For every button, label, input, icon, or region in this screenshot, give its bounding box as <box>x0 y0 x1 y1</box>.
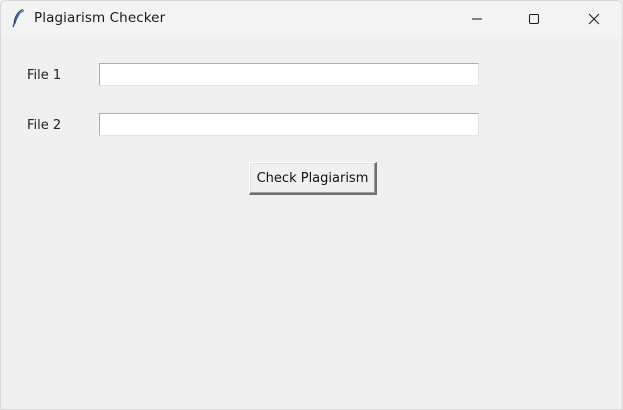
window-title: Plagiarism Checker <box>34 10 166 26</box>
file1-label: File 1 <box>27 68 62 83</box>
close-icon <box>588 13 600 25</box>
file2-label: File 2 <box>27 118 62 133</box>
feather-icon <box>10 8 26 28</box>
minimize-button[interactable] <box>454 1 500 37</box>
minimize-icon <box>471 13 483 25</box>
app-window: Plagiarism Checker File 1 File 2 Check P… <box>0 0 623 410</box>
maximize-button[interactable] <box>511 1 557 37</box>
file1-input[interactable] <box>99 63 479 86</box>
main-content: File 1 File 2 Check Plagiarism <box>1 37 622 409</box>
close-button[interactable] <box>571 1 617 37</box>
title-bar[interactable]: Plagiarism Checker <box>1 1 622 37</box>
maximize-icon <box>528 13 540 25</box>
file2-input[interactable] <box>99 113 479 136</box>
check-plagiarism-button[interactable]: Check Plagiarism <box>249 162 377 195</box>
